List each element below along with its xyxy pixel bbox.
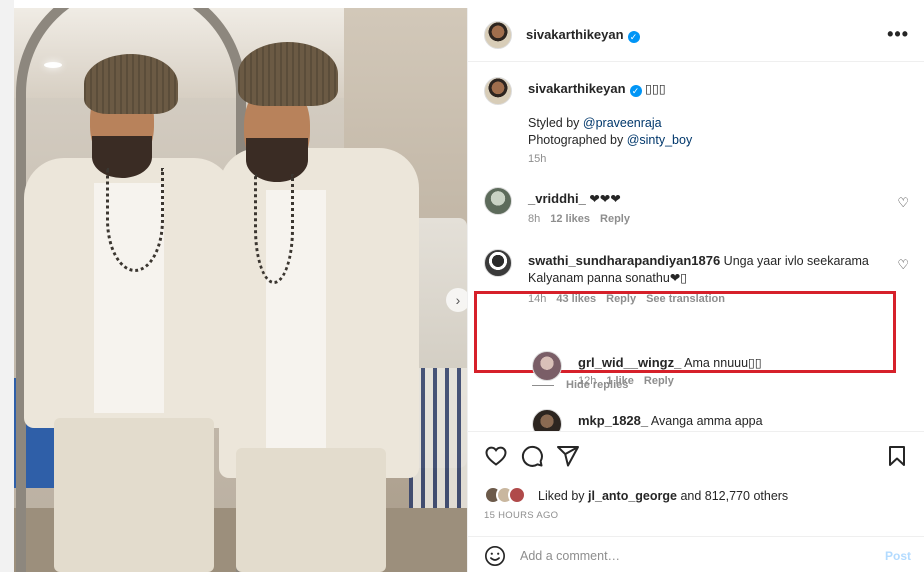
comment-likes[interactable]: 43 likes	[556, 293, 596, 305]
share-send-icon[interactable]	[556, 444, 580, 468]
reply-username[interactable]: grl_wid__wingz_	[578, 355, 681, 370]
see-translation-button[interactable]: See translation	[646, 293, 725, 305]
reply-avatar[interactable]	[532, 409, 562, 431]
reply-text: Ama nnuuu▯▯	[684, 356, 762, 370]
comment-like-heart-icon[interactable]: ♡	[897, 195, 909, 211]
post-comment-button[interactable]: Post	[885, 549, 911, 563]
author-avatar[interactable]	[484, 21, 512, 49]
save-bookmark-icon[interactable]	[885, 444, 909, 468]
caption-timestamp[interactable]: 15h	[528, 151, 908, 168]
add-comment-bar: Add a comment… Post	[468, 536, 924, 572]
more-options-icon[interactable]: •••	[887, 24, 909, 45]
styled-by-mention[interactable]: @praveenraja	[583, 116, 662, 130]
comment-username[interactable]: _vriddhi_	[528, 191, 586, 206]
post-details-panel: sivakarthikeyan ✓ ••• sivakarthikeyan ✓ ▯▯…	[467, 8, 924, 572]
comment-avatar[interactable]	[484, 187, 512, 215]
liked-by-count[interactable]: and 812,770 others	[680, 489, 788, 503]
comment-time[interactable]: 8h	[528, 213, 540, 225]
comment-avatar[interactable]	[484, 249, 512, 277]
comment-item-highlighted: swathi_sundharapandiyan1876 Unga yaar iv…	[484, 249, 909, 309]
post-footer: Liked by jl_anto_george and 812,770 othe…	[468, 431, 924, 572]
photographed-by-label: Photographed by	[528, 133, 627, 147]
comments-scroll-area[interactable]: sivakarthikeyan ✓ ▯▯▯ Styled by @praveenr…	[468, 63, 924, 431]
photographed-by-mention[interactable]: @sinty_boy	[627, 133, 693, 147]
comment-item: _vriddhi_ ❤❤❤ 8h 12 likes Reply ♡	[484, 187, 909, 227]
verified-badge-icon: ✓	[629, 85, 642, 97]
window-edge	[0, 0, 14, 572]
post-timestamp[interactable]: 15 HOURS AGO	[484, 510, 558, 521]
caption-emojis: ▯▯▯	[645, 82, 666, 96]
reply-item: mkp_1828_ Avanga amma appa ♡	[532, 409, 892, 431]
liked-by-user[interactable]: jl_anto_george	[588, 489, 677, 503]
reply-item: grl_wid__wingz_ Ama nnuuu▯▯ 12h 1 like R…	[532, 351, 892, 397]
reply-avatar[interactable]	[532, 351, 562, 381]
chevron-right-icon: ›	[455, 292, 461, 308]
likes-summary: Liked by jl_anto_george and 812,770 othe…	[484, 486, 788, 506]
caption-author-avatar[interactable]	[484, 77, 512, 105]
comment-like-heart-icon[interactable]: ♡	[897, 257, 909, 273]
comment-text: ❤❤❤	[589, 192, 621, 206]
emoji-smile-icon[interactable]	[484, 545, 506, 567]
comment-time[interactable]: 14h	[528, 293, 546, 305]
like-heart-icon[interactable]	[484, 444, 508, 468]
carousel-next-button[interactable]: ›	[446, 288, 467, 312]
comment-likes[interactable]: 12 likes	[550, 213, 590, 225]
verified-badge-icon: ✓	[627, 31, 640, 43]
styled-by-label: Styled by	[528, 116, 583, 130]
comment-bubble-icon[interactable]	[520, 444, 544, 468]
reply-likes[interactable]: 1 like	[606, 375, 634, 387]
action-bar	[484, 444, 909, 470]
liked-by-prefix: Liked by	[538, 489, 585, 503]
author-username-text[interactable]: sivakarthikeyan	[526, 27, 624, 42]
post-photo[interactable]: ›	[14, 8, 467, 572]
caption-author-username[interactable]: sivakarthikeyan	[528, 81, 626, 96]
instagram-post-modal: › sivakarthikeyan ✓ ••• sivakarthikeyan ✓ …	[0, 0, 924, 572]
comment-reply-button[interactable]: Reply	[600, 213, 630, 225]
reply-text: Avanga amma appa	[650, 414, 763, 428]
author-username[interactable]: sivakarthikeyan ✓	[526, 27, 640, 43]
reply-username[interactable]: mkp_1828_	[578, 413, 648, 428]
liker-avatar[interactable]	[508, 486, 526, 504]
reply-reply-button[interactable]: Reply	[644, 375, 674, 387]
reply-time[interactable]: 12h	[578, 375, 596, 387]
comment-username[interactable]: swathi_sundharapandiyan1876	[528, 253, 720, 268]
add-comment-input[interactable]: Add a comment…	[520, 549, 620, 563]
liker-avatars	[484, 486, 534, 506]
comment-reply-button[interactable]: Reply	[606, 293, 636, 305]
post-header: sivakarthikeyan ✓ •••	[468, 8, 924, 62]
